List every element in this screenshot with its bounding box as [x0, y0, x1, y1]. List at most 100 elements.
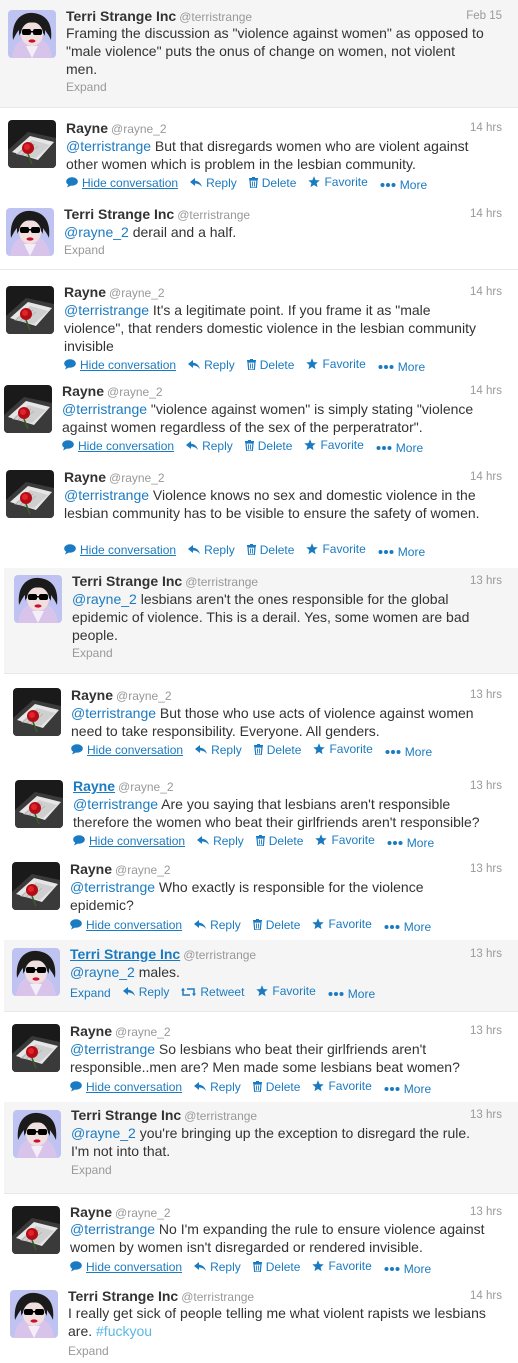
favorite-action[interactable]: Favorite — [313, 742, 373, 756]
avatar-rayne[interactable] — [4, 385, 52, 433]
avatar-rayne[interactable] — [12, 1024, 60, 1072]
reply-action[interactable]: Reply — [194, 1260, 241, 1274]
timestamp[interactable]: 13 hrs — [470, 863, 502, 875]
timestamp[interactable]: 13 hrs — [470, 689, 502, 701]
reply-action[interactable]: Reply — [188, 358, 235, 372]
favorite-action[interactable]: Favorite — [312, 1259, 372, 1273]
reply-action[interactable]: Reply — [186, 439, 233, 453]
expand-link[interactable]: Expand — [64, 243, 105, 257]
author-name[interactable]: Rayne — [62, 383, 104, 399]
mention-link[interactable]: @rayne_2 — [64, 224, 129, 240]
delete-action[interactable]: Delete — [244, 439, 292, 453]
mention-link[interactable]: @rayne_2 — [70, 964, 135, 980]
reply-action[interactable]: Reply — [190, 176, 237, 190]
mention-link[interactable]: @terristrange — [70, 1041, 155, 1057]
delete-action[interactable]: Delete — [248, 176, 296, 190]
author-handle[interactable]: @terristrange — [181, 1290, 254, 1304]
expand-link[interactable]: Expand — [66, 80, 107, 94]
more-action[interactable]: More — [378, 360, 425, 374]
avatar-rayne[interactable] — [6, 286, 54, 334]
hide-conversation-action[interactable]: Hide conversation — [73, 834, 185, 848]
avatar-terri[interactable] — [14, 575, 62, 623]
timestamp[interactable]: 14 hrs — [470, 471, 502, 483]
hide-conversation-action[interactable]: Hide conversation — [71, 743, 183, 757]
reply-action[interactable]: Reply — [188, 543, 235, 557]
timestamp[interactable]: 13 hrs — [470, 780, 502, 792]
author-handle[interactable]: @terristrange — [183, 948, 256, 962]
avatar-terri[interactable] — [13, 1110, 61, 1158]
author-name[interactable]: Terri Strange Inc — [66, 8, 176, 24]
author-handle[interactable]: @rayne_2 — [107, 385, 163, 399]
delete-action[interactable]: Delete — [252, 1080, 300, 1094]
author-name[interactable]: Terri Strange Inc — [64, 206, 174, 222]
author-handle[interactable]: @rayne_2 — [111, 122, 167, 136]
favorite-action[interactable]: Favorite — [315, 833, 375, 847]
mention-link[interactable]: @terristrange — [64, 302, 149, 318]
more-action[interactable]: More — [384, 1082, 431, 1096]
timestamp[interactable]: 14 hrs — [470, 385, 502, 397]
author-handle[interactable]: @rayne_2 — [116, 689, 172, 703]
author-handle[interactable]: @rayne_2 — [115, 1025, 171, 1039]
avatar-terri[interactable] — [6, 208, 54, 256]
author-handle[interactable]: @terristrange — [179, 10, 252, 24]
hide-conversation-action[interactable]: Hide conversation — [70, 1080, 182, 1094]
more-action[interactable]: More — [384, 920, 431, 934]
avatar-terri[interactable] — [8, 10, 56, 58]
avatar-rayne[interactable] — [8, 120, 56, 168]
author-handle[interactable]: @rayne_2 — [118, 780, 174, 794]
author-handle[interactable]: @rayne_2 — [109, 286, 165, 300]
favorite-action[interactable]: Favorite — [304, 438, 364, 452]
hide-conversation-action[interactable]: Hide conversation — [64, 358, 176, 372]
favorite-action[interactable]: Favorite — [312, 917, 372, 931]
timestamp[interactable]: 14 hrs — [470, 1290, 502, 1302]
author-name[interactable]: Rayne — [70, 1023, 112, 1039]
favorite-action[interactable]: Favorite — [308, 175, 368, 189]
mention-link[interactable]: @terristrange — [70, 879, 155, 895]
reply-action[interactable]: Reply — [197, 834, 244, 848]
more-action[interactable]: More — [384, 1262, 431, 1276]
mention-link[interactable]: @terristrange — [71, 705, 156, 721]
hide-conversation-action[interactable]: Hide conversation — [70, 918, 182, 932]
more-action[interactable]: More — [385, 745, 432, 759]
avatar-rayne[interactable] — [6, 470, 54, 518]
avatar-rayne[interactable] — [13, 688, 61, 736]
timestamp[interactable]: 13 hrs — [470, 1109, 502, 1121]
reply-action[interactable]: Reply — [195, 743, 242, 757]
author-name[interactable]: Rayne — [64, 284, 106, 300]
more-action[interactable]: More — [376, 441, 423, 455]
more-action[interactable]: More — [328, 987, 375, 1001]
timestamp[interactable]: 13 hrs — [470, 575, 502, 587]
avatar-terri[interactable] — [12, 948, 60, 996]
favorite-action[interactable]: Favorite — [306, 357, 366, 371]
mention-link[interactable]: @rayne_2 — [72, 591, 137, 607]
hide-conversation-action[interactable]: Hide conversation — [66, 176, 178, 190]
author-name[interactable]: Rayne — [70, 1204, 112, 1220]
delete-action[interactable]: Delete — [246, 358, 294, 372]
avatar-terri[interactable] — [10, 1290, 58, 1338]
author-handle[interactable]: @rayne_2 — [115, 1206, 171, 1220]
author-name[interactable]: Terri Strange Inc — [71, 1107, 181, 1123]
author-handle[interactable]: @terristrange — [184, 1109, 257, 1123]
timestamp[interactable]: 13 hrs — [470, 1206, 502, 1218]
author-name[interactable]: Rayne — [66, 120, 108, 136]
timestamp[interactable]: 14 hrs — [470, 122, 502, 134]
reply-action[interactable]: Reply — [194, 1080, 241, 1094]
mention-link[interactable]: @terristrange — [66, 138, 151, 154]
mention-link[interactable]: @terristrange — [70, 1221, 155, 1237]
retweet-action[interactable]: Retweet — [181, 985, 244, 999]
author-name[interactable]: Rayne — [71, 687, 113, 703]
more-action[interactable]: More — [380, 178, 427, 192]
author-handle[interactable]: @rayne_2 — [109, 471, 165, 485]
delete-action[interactable]: Delete — [246, 543, 294, 557]
timestamp[interactable]: 13 hrs — [470, 948, 502, 960]
more-action[interactable]: More — [378, 545, 425, 559]
hide-conversation-action[interactable]: Hide conversation — [62, 439, 174, 453]
mention-link[interactable]: @terristrange — [64, 487, 149, 503]
author-name[interactable]: Terri Strange Inc — [70, 946, 180, 962]
hashtag-link[interactable]: #fuckyou — [96, 1323, 152, 1339]
author-name[interactable]: Terri Strange Inc — [68, 1288, 178, 1304]
avatar-rayne[interactable] — [12, 1206, 60, 1254]
delete-action[interactable]: Delete — [255, 834, 303, 848]
reply-action[interactable]: Reply — [122, 985, 169, 999]
favorite-action[interactable]: Favorite — [312, 1079, 372, 1093]
